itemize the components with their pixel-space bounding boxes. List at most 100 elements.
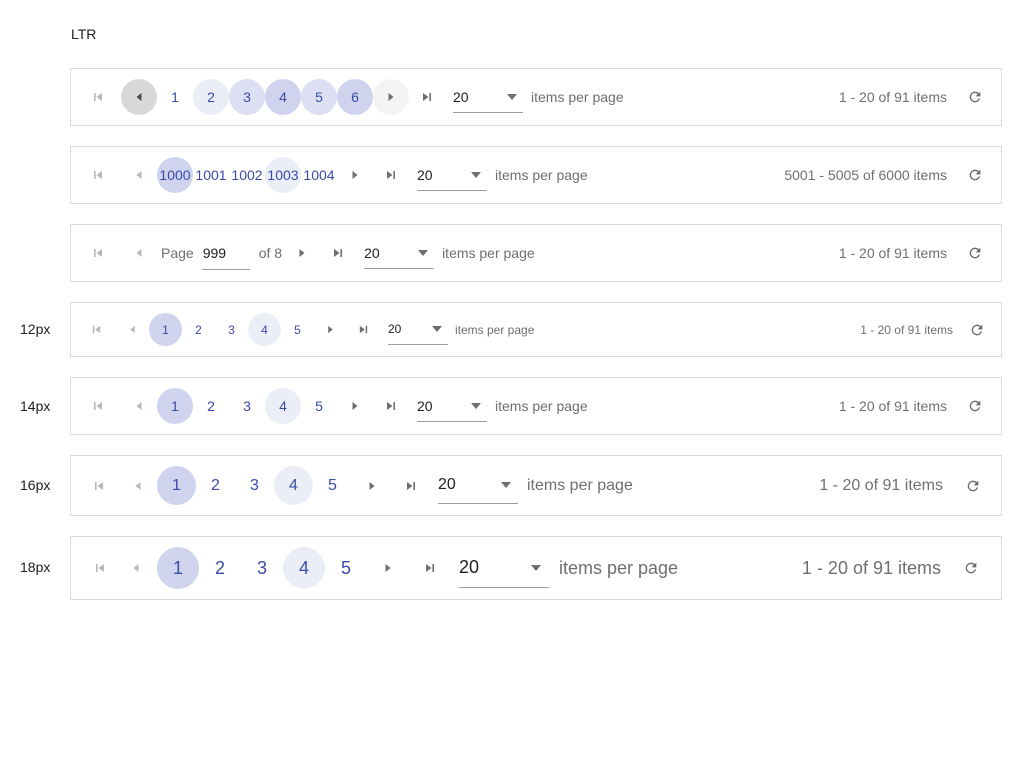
page-link-3[interactable]: 3	[241, 547, 283, 589]
first-page-button[interactable]	[85, 157, 111, 193]
last-page-icon	[359, 325, 368, 334]
page-link-3[interactable]: 3	[215, 313, 248, 346]
page-number-input[interactable]	[201, 236, 250, 270]
page-link-6[interactable]: 6	[337, 79, 373, 115]
page-link-1[interactable]: 1	[157, 388, 193, 424]
pager-info: 5001 - 5005 of 6000 items	[784, 167, 947, 183]
next-page-button[interactable]	[337, 157, 373, 193]
prev-arrow-icon	[135, 481, 140, 490]
page-size-select[interactable]: 20	[388, 315, 448, 345]
refresh-button[interactable]	[961, 161, 989, 189]
page-link-2[interactable]: 2	[193, 79, 229, 115]
next-page-button[interactable]	[337, 388, 373, 424]
page-size-select[interactable]: 20	[453, 81, 523, 113]
page-link-1002[interactable]: 1002	[229, 157, 265, 193]
next-arrow-icon	[299, 249, 305, 257]
pager-info: 1 - 20 of 91 items	[860, 322, 953, 337]
first-page-button[interactable]	[85, 79, 111, 115]
last-page-button[interactable]	[373, 388, 409, 424]
chevron-down-icon	[501, 482, 511, 488]
last-page-button[interactable]	[320, 235, 356, 271]
page-link-5[interactable]: 5	[313, 466, 352, 505]
first-page-button[interactable]	[85, 388, 111, 424]
page-link-1[interactable]: 1	[157, 547, 199, 589]
page-size-select[interactable]: 20	[438, 468, 518, 504]
next-arrow-icon	[369, 481, 374, 490]
last-page-button[interactable]	[409, 79, 445, 115]
page-link-4[interactable]: 4	[283, 547, 325, 589]
page-link-5[interactable]: 5	[325, 547, 367, 589]
prev-page-button[interactable]	[121, 157, 157, 193]
last-page-icon	[387, 171, 395, 179]
first-page-button[interactable]	[83, 313, 109, 347]
page-link-3[interactable]: 3	[229, 79, 265, 115]
size-label-16px: 16px	[20, 477, 51, 493]
page-link-5[interactable]: 5	[281, 313, 314, 346]
next-page-button[interactable]	[367, 547, 409, 589]
last-page-button[interactable]	[409, 547, 451, 589]
next-arrow-icon	[352, 402, 358, 410]
next-page-button[interactable]	[373, 79, 409, 115]
prev-arrow-icon	[136, 93, 142, 101]
page-label: Page	[161, 245, 194, 261]
page-size-value: 20	[388, 322, 402, 336]
first-page-icon	[96, 564, 104, 572]
refresh-button[interactable]	[961, 83, 989, 111]
first-page-button[interactable]	[85, 547, 115, 589]
pager-info: 1 - 20 of 91 items	[838, 89, 947, 105]
prev-page-button[interactable]	[121, 79, 157, 115]
refresh-button[interactable]	[961, 239, 989, 267]
page-link-1003[interactable]: 1003	[265, 157, 301, 193]
prev-arrow-icon	[136, 249, 142, 257]
first-page-button[interactable]	[85, 235, 111, 271]
last-page-button[interactable]	[373, 157, 409, 193]
next-arrow-icon	[385, 564, 391, 572]
page-link-5[interactable]: 5	[301, 388, 337, 424]
refresh-icon	[969, 247, 981, 259]
first-page-button[interactable]	[85, 466, 113, 505]
page-size-select[interactable]: 20	[364, 237, 435, 269]
page-link-2[interactable]: 2	[182, 313, 215, 346]
next-page-button[interactable]	[352, 466, 391, 505]
prev-page-button[interactable]	[118, 466, 157, 505]
page-size-select[interactable]: 20	[417, 159, 487, 191]
items-per-page-label: items per page	[531, 89, 624, 105]
page-link-1001[interactable]: 1001	[193, 157, 229, 193]
page-link-4[interactable]: 4	[248, 313, 281, 346]
page-link-1[interactable]: 1	[157, 79, 193, 115]
prev-page-button[interactable]	[121, 235, 157, 271]
page-link-4[interactable]: 4	[265, 79, 301, 115]
chevron-down-icon	[418, 249, 429, 256]
first-page-icon	[95, 481, 103, 490]
next-arrow-icon	[328, 325, 333, 334]
page-size-select[interactable]: 20	[459, 548, 549, 588]
page-link-2[interactable]: 2	[199, 547, 241, 589]
prev-page-button[interactable]	[115, 313, 149, 347]
items-per-page-label: items per page	[559, 557, 679, 578]
page-link-1000[interactable]: 1000	[157, 157, 193, 193]
page-link-2[interactable]: 2	[196, 466, 235, 505]
prev-arrow-icon	[136, 171, 142, 179]
refresh-button[interactable]	[961, 392, 989, 420]
page-link-3[interactable]: 3	[235, 466, 274, 505]
last-page-button[interactable]	[391, 466, 430, 505]
page-link-2[interactable]: 2	[193, 388, 229, 424]
last-page-button[interactable]	[347, 313, 380, 346]
next-arrow-icon	[388, 93, 394, 101]
page-link-1[interactable]: 1	[157, 466, 196, 505]
page-link-1004[interactable]: 1004	[301, 157, 337, 193]
prev-page-button[interactable]	[121, 388, 157, 424]
refresh-button[interactable]	[957, 554, 985, 582]
page-link-5[interactable]: 5	[301, 79, 337, 115]
refresh-button[interactable]	[963, 316, 991, 344]
prev-page-button[interactable]	[115, 547, 157, 589]
next-page-button[interactable]	[284, 235, 320, 271]
prev-arrow-icon	[136, 402, 142, 410]
page-size-select[interactable]: 20	[417, 390, 487, 422]
refresh-button[interactable]	[959, 472, 987, 500]
page-link-1[interactable]: 1	[149, 313, 182, 346]
page-link-4[interactable]: 4	[274, 466, 313, 505]
next-page-button[interactable]	[314, 313, 347, 346]
page-link-4[interactable]: 4	[265, 388, 301, 424]
page-link-3[interactable]: 3	[229, 388, 265, 424]
